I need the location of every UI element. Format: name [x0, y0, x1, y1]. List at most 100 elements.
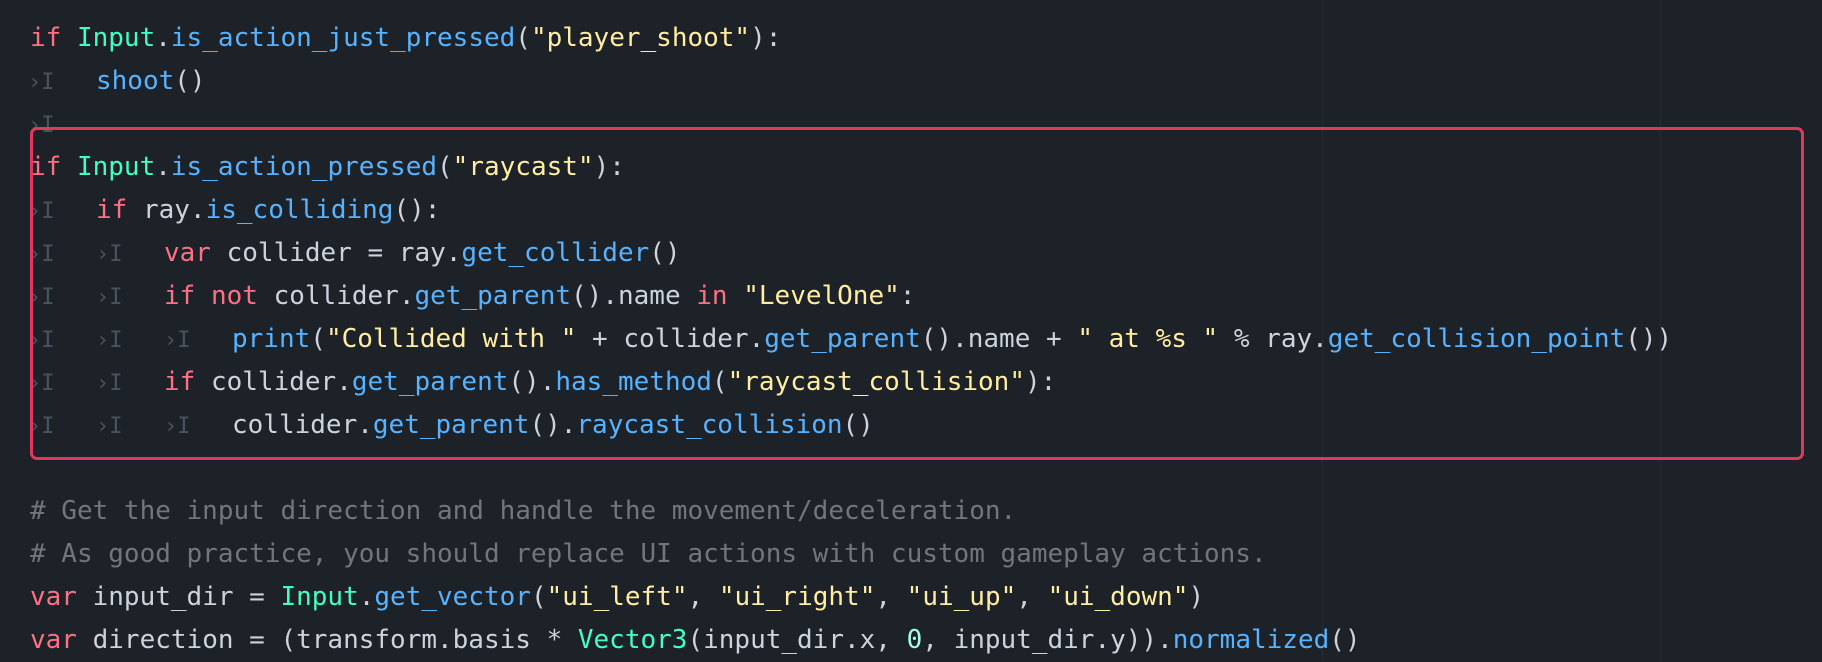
code-token: ( — [711, 367, 728, 397]
code-line[interactable]: ›I ›I var collider = ray.get_collider() — [28, 232, 681, 275]
code-token: collider. — [257, 281, 415, 311]
indent-marker: ›I — [28, 70, 55, 95]
code-token: direction = (transform.basis * — [76, 625, 578, 655]
code-token: "raycast" — [452, 152, 594, 182]
code-token: # Get the input direction and handle the… — [30, 496, 1017, 526]
code-token: "Collided with " — [325, 324, 577, 354]
code-token: not — [210, 281, 258, 311]
code-line[interactable]: if Input.is_action_just_pressed("player_… — [30, 17, 781, 60]
code-token: if — [164, 367, 196, 397]
code-token: (). — [508, 367, 556, 397]
code-token: () — [174, 66, 206, 96]
code-line[interactable]: if Input.is_action_pressed("raycast"): — [30, 146, 625, 189]
code-token: # As good practice, you should replace U… — [30, 539, 1267, 569]
code-token: ( — [310, 324, 326, 354]
code-token: ): — [750, 23, 782, 53]
code-token: print — [232, 324, 311, 354]
code-line[interactable]: ›I ›I ›I print("Collided with " + collider.… — [28, 318, 1673, 361]
code-line[interactable]: ›I ›I if not collider.get_parent().name in… — [28, 275, 916, 318]
code-token: ) — [1188, 582, 1205, 612]
code-token: "ui_up" — [906, 582, 1017, 612]
code-token: Input — [76, 23, 156, 53]
code-token: normalized — [1172, 625, 1330, 655]
code-line[interactable]: var direction = (transform.basis * Vecto… — [30, 619, 1361, 662]
code-line[interactable]: var input_dir = Input.get_vector("ui_lef… — [30, 576, 1204, 619]
code-token: ().name — [571, 281, 697, 311]
indent-marker: ›I — [28, 371, 55, 396]
code-token: get_parent — [414, 281, 572, 311]
indent-marker: ›I — [28, 328, 55, 353]
code-token: is_action_pressed — [170, 152, 438, 182]
code-token: Input — [76, 152, 156, 182]
code-token: if — [30, 152, 62, 182]
code-token: input_dir = — [76, 582, 281, 612]
code-token: if — [96, 195, 128, 225]
code-line[interactable]: ›I shoot() — [28, 60, 206, 103]
code-token: () — [649, 238, 681, 268]
code-token: get_parent — [372, 410, 530, 440]
code-token: var — [30, 625, 77, 655]
code-token: ( — [437, 152, 453, 182]
code-token: ( — [530, 582, 547, 612]
code-line[interactable]: ›I ›I ›I collider.get_parent().raycast_coll… — [28, 404, 874, 447]
code-token: . — [155, 152, 171, 182]
code-token: get_collision_point — [1327, 324, 1626, 354]
code-token: get_parent — [351, 367, 509, 397]
code-token: . — [155, 23, 171, 53]
code-token: collider. — [195, 367, 352, 397]
code-token: , — [875, 582, 907, 612]
code-token: has_method — [555, 367, 712, 397]
indent-marker: ›I — [28, 242, 55, 267]
code-token: + collider. — [576, 324, 765, 354]
code-token: () — [842, 410, 874, 440]
code-token: , — [1016, 582, 1048, 612]
code-token: get_collider — [461, 238, 650, 268]
code-token: get_vector — [374, 582, 531, 612]
code-token: . — [358, 582, 375, 612]
code-token: "player_shoot" — [530, 23, 751, 53]
code-line[interactable]: # Get the input direction and handle the… — [30, 490, 1016, 533]
code-token: ray. — [127, 195, 206, 225]
indent-marker: ›I — [28, 199, 55, 224]
indent-marker: ›I — [96, 371, 123, 396]
code-token: (): — [393, 195, 441, 225]
code-token: ()) — [1625, 324, 1673, 354]
indent-marker: ›I — [96, 285, 123, 310]
code-token: raycast_collision — [576, 410, 843, 440]
code-token: Input — [280, 582, 359, 612]
code-token: shoot — [96, 66, 175, 96]
code-token: "ui_down" — [1047, 582, 1189, 612]
code-token: ( — [515, 23, 531, 53]
code-token: "ui_right" — [718, 582, 876, 612]
code-line[interactable]: ›I if ray.is_colliding(): — [28, 189, 441, 232]
code-token: 0 — [906, 625, 923, 655]
code-token: () — [1329, 625, 1361, 655]
code-line[interactable]: ›I — [28, 103, 96, 146]
code-token: , input_dir.y)). — [922, 625, 1173, 655]
indent-marker: ›I — [28, 285, 55, 310]
indent-marker: ›I — [96, 242, 123, 267]
code-token: % ray. — [1218, 324, 1328, 354]
code-token: "ui_left" — [546, 582, 688, 612]
code-line[interactable]: # As good practice, you should replace U… — [30, 533, 1267, 576]
indent-marker: ›I — [164, 414, 191, 439]
indent-marker: ›I — [96, 328, 123, 353]
code-token: is_action_just_pressed — [170, 23, 516, 53]
code-token: (). — [529, 410, 577, 440]
code-token: is_colliding — [205, 195, 394, 225]
code-token: "LevelOne" — [743, 281, 900, 311]
indent-marker: ›I — [164, 328, 191, 353]
code-token: get_parent — [764, 324, 921, 354]
code-token: : — [899, 281, 916, 311]
code-editor[interactable]: if Input.is_action_just_pressed("player_… — [0, 0, 1822, 662]
code-token: collider = ray. — [210, 238, 462, 268]
code-line[interactable]: ›I ›I if collider.get_parent().has_method(… — [28, 361, 1056, 404]
indent-marker: ›I — [28, 113, 55, 138]
code-token: var — [164, 238, 211, 268]
code-token: (input_dir.x, — [687, 625, 907, 655]
code-token: var — [30, 582, 77, 612]
